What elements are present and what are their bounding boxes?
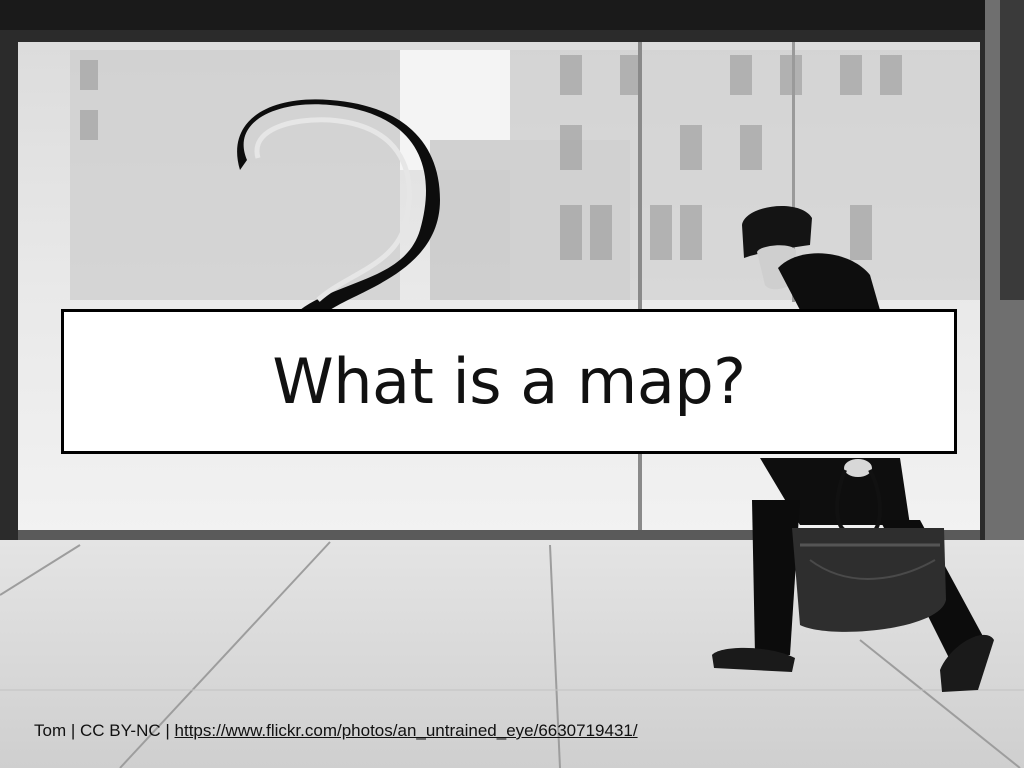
credit-separator-2: | bbox=[165, 721, 170, 740]
credit-link[interactable]: https://www.flickr.com/photos/an_untrain… bbox=[175, 721, 638, 740]
credit-license: CC BY-NC bbox=[80, 721, 161, 740]
slide: What is a map? Tom | CC BY-NC | https://… bbox=[0, 0, 1024, 768]
slide-title: What is a map? bbox=[272, 344, 746, 418]
credit-author: Tom bbox=[34, 721, 67, 740]
photo-credit: Tom | CC BY-NC | https://www.flickr.com/… bbox=[34, 720, 638, 742]
credit-separator-1: | bbox=[70, 721, 76, 740]
title-box: What is a map? bbox=[61, 309, 957, 454]
